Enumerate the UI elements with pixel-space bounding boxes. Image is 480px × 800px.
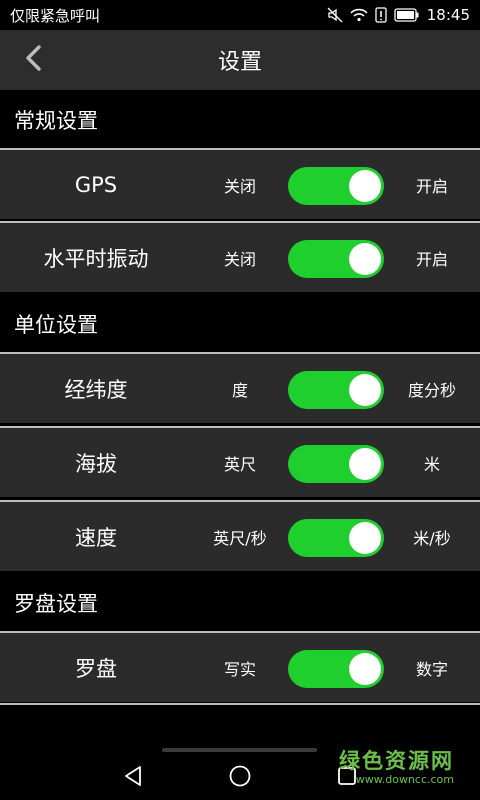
triangle-back-icon [122, 765, 144, 791]
setting-row-coordinates: 经纬度 度 度分秒 [0, 352, 480, 423]
setting-label: 罗盘 [75, 656, 117, 681]
coordinates-format-toggle[interactable] [288, 371, 384, 409]
option-degree-label: 度 [231, 380, 248, 400]
option-digital-label: 数字 [415, 659, 448, 679]
mute-icon [327, 7, 343, 23]
setting-row-speed: 速度 英尺/秒 米/秒 [0, 500, 480, 571]
option-feet-label: 英尺 [223, 454, 256, 474]
toggle-knob [349, 653, 381, 685]
compass-style-toggle[interactable] [288, 650, 384, 688]
level-vibration-toggle[interactable] [288, 240, 384, 278]
circle-home-icon [228, 764, 252, 792]
title-bar: 设置 [0, 30, 480, 90]
option-feet-per-second-label: 英尺/秒 [213, 528, 267, 548]
section-header-compass: 罗盘设置 [0, 575, 480, 631]
nav-home-button[interactable] [225, 763, 255, 793]
option-on-label: 开启 [415, 176, 448, 196]
nav-back-button[interactable] [118, 763, 148, 793]
section-header-units: 单位设置 [0, 296, 480, 352]
toggle-knob [349, 374, 381, 406]
toggle-knob [349, 448, 381, 480]
setting-label: 经纬度 [64, 377, 128, 402]
status-bar: 仅限紧急呼叫 18:45 [0, 0, 480, 30]
watermark: 绿色资源网 www.downcc.com [338, 745, 478, 800]
row-divider [0, 703, 480, 705]
option-realistic-label: 写实 [223, 659, 256, 679]
option-off-label: 关闭 [223, 249, 256, 269]
status-emergency-text: 仅限紧急呼叫 [10, 6, 101, 25]
setting-label: GPS [74, 172, 118, 197]
battery-icon [394, 8, 420, 22]
section-header-general: 常规设置 [0, 92, 480, 148]
altitude-unit-toggle[interactable] [288, 445, 384, 483]
toggle-knob [349, 170, 381, 202]
toggle-knob [349, 522, 381, 554]
setting-row-gps: GPS 关闭 开启 [0, 148, 480, 219]
back-button[interactable] [14, 40, 54, 80]
setting-label: 海拔 [75, 451, 117, 476]
nav-handle [162, 748, 317, 752]
option-off-label: 关闭 [223, 176, 256, 196]
setting-label: 速度 [75, 525, 117, 550]
gps-toggle[interactable] [288, 167, 384, 205]
page-title: 设置 [217, 50, 262, 75]
setting-label: 水平时振动 [43, 246, 149, 271]
setting-row-altitude: 海拔 英尺 米 [0, 426, 480, 497]
option-on-label: 开启 [415, 249, 448, 269]
option-meter-per-second-label: 米/秒 [413, 528, 451, 548]
sim-alert-icon [375, 7, 387, 23]
option-dms-label: 度分秒 [407, 380, 456, 400]
watermark-title: 绿色资源网 [339, 749, 454, 773]
toggle-knob [349, 243, 381, 275]
option-meter-label: 米 [423, 454, 440, 474]
setting-row-level-vibration: 水平时振动 关闭 开启 [0, 221, 480, 292]
watermark-url: www.downcc.com [355, 773, 454, 786]
speed-unit-toggle[interactable] [288, 519, 384, 557]
chevron-left-icon [24, 44, 44, 76]
setting-row-compass: 罗盘 写实 数字 [0, 631, 480, 702]
wifi-icon [350, 8, 368, 22]
status-time: 18:45 [426, 6, 470, 24]
status-icons: 18:45 [327, 6, 470, 24]
